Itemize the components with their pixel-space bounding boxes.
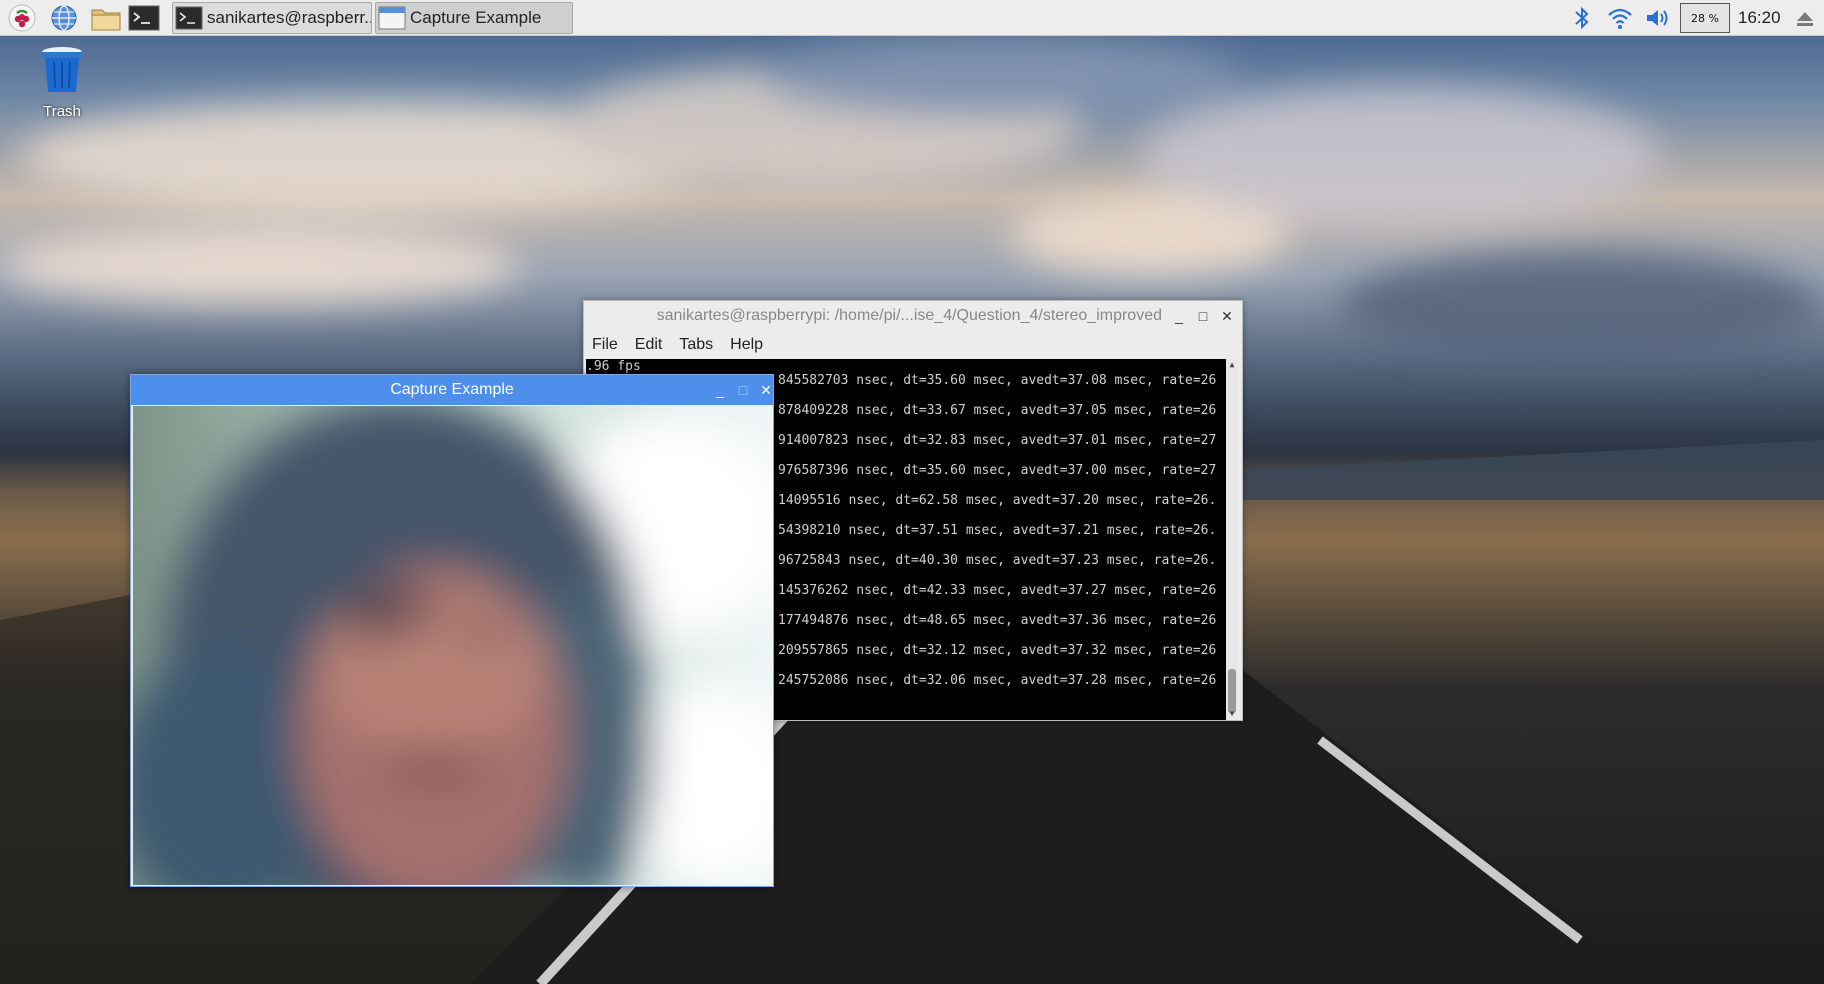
file-manager-icon[interactable] [90,4,121,32]
terminal-line: .96 fps [586,359,641,374]
terminal-line: 177494876 nsec, dt=48.65 msec, avedt=37.… [778,613,1217,628]
terminal-line: 14095516 nsec, dt=62.58 msec, avedt=37.2… [778,493,1217,508]
terminal-line: 54398210 nsec, dt=37.51 msec, avedt=37.2… [778,523,1217,538]
capture-title[interactable]: Capture Example [131,375,773,405]
terminal-line: 914007823 nsec, dt=32.83 msec, avedt=37.… [778,433,1217,448]
scroll-up-icon[interactable]: ▲ [1226,359,1238,371]
bluetooth-icon[interactable] [1572,4,1592,32]
volume-icon[interactable] [1644,4,1672,32]
clock[interactable]: 16:20 [1738,8,1781,28]
taskbar: sanikartes@raspberr... Capture Example 2… [0,0,1824,36]
task-button-capture[interactable]: Capture Example [375,2,573,34]
menu-tabs[interactable]: Tabs [679,336,713,354]
close-button[interactable]: ✕ [1216,301,1238,331]
task-button-label: sanikartes@raspberr... [207,8,372,27]
terminal-line: 245752086 nsec, dt=32.06 msec, avedt=37.… [778,673,1217,688]
web-browser-icon[interactable] [50,4,78,32]
minimize-button[interactable]: _ [709,375,731,405]
terminal-line: 145376262 nsec, dt=42.33 msec, avedt=37.… [778,583,1217,598]
camera-feed-image [133,406,773,885]
cpu-usage-monitor[interactable]: 28 % [1680,3,1730,33]
terminal-scrollbar[interactable]: ▲ ▼ [1226,359,1238,720]
close-button[interactable]: ✕ [755,375,777,405]
menu-help[interactable]: Help [730,336,763,354]
cpu-usage-value: 28 % [1691,11,1719,25]
task-button-label: Capture Example [410,8,542,27]
maximize-button[interactable]: □ [732,375,754,405]
terminal-line: 845582703 nsec, dt=35.60 msec, avedt=37.… [778,373,1217,388]
terminal-line: 96725843 nsec, dt=40.30 msec, avedt=37.2… [778,553,1217,568]
scrollbar-thumb[interactable] [1228,669,1236,713]
terminal-line: 209557865 nsec, dt=32.12 msec, avedt=37.… [778,643,1217,658]
terminal-line: 976587396 nsec, dt=35.60 msec, avedt=37.… [778,463,1217,478]
eject-icon[interactable] [1794,4,1816,32]
desktop-trash[interactable]: Trash [36,44,88,120]
terminal-line: 878409228 nsec, dt=33.67 msec, avedt=37.… [778,403,1217,418]
terminal-icon [175,5,203,31]
raspberry-icon[interactable] [8,4,36,32]
terminal-title[interactable]: sanikartes@raspberrypi: /home/pi/...ise_… [584,301,1242,331]
menu-file[interactable]: File [592,336,618,354]
scroll-down-icon[interactable]: ▼ [1226,708,1238,720]
terminal-menubar: File Edit Tabs Help [584,331,1242,359]
trash-label: Trash [43,103,81,120]
window-icon [378,5,406,31]
wifi-icon[interactable] [1606,4,1634,32]
trash-icon [42,47,82,92]
minimize-button[interactable]: _ [1168,301,1190,331]
menu-edit[interactable]: Edit [635,336,663,354]
maximize-button[interactable]: □ [1192,301,1214,331]
task-button-terminal[interactable]: sanikartes@raspberr... [172,2,372,34]
terminal-icon[interactable] [128,4,160,32]
capture-window[interactable]: Capture Example _ □ ✕ [130,374,774,887]
